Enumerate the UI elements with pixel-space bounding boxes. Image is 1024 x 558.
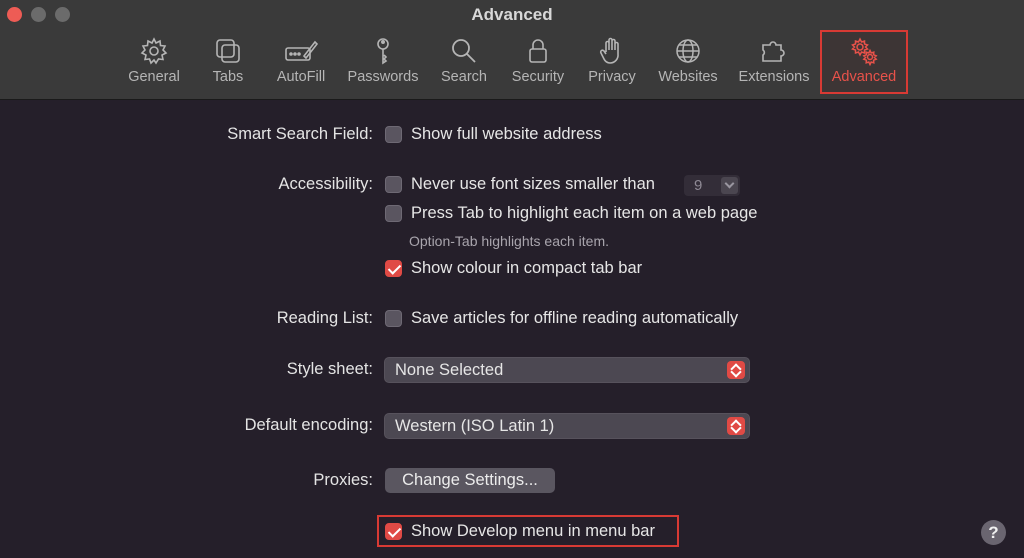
puzzle-icon xyxy=(762,41,785,62)
press-tab-checkbox[interactable] xyxy=(385,205,402,222)
min-font-size-checkbox[interactable] xyxy=(385,176,402,193)
save-offline-checkbox[interactable] xyxy=(385,310,402,327)
min-font-size-label: Never use font sizes smaller than xyxy=(411,175,655,193)
up-down-chevron-icon xyxy=(727,417,745,435)
gear-icon xyxy=(140,37,168,65)
change-settings-button[interactable]: Change Settings... xyxy=(385,468,555,493)
tab-tabs[interactable]: Tabs xyxy=(205,36,251,90)
style-sheet-label: Style sheet: xyxy=(286,360,373,378)
style-sheet-value: None Selected xyxy=(395,361,504,379)
show-develop-menu-label: Show Develop menu in menu bar xyxy=(411,522,655,540)
tab-websites[interactable]: Websites xyxy=(654,36,722,90)
default-encoding-select[interactable]: Western (ISO Latin 1) xyxy=(384,413,750,439)
accessibility-label: Accessibility: xyxy=(278,175,373,193)
reading-list-label: Reading List: xyxy=(276,309,373,327)
tab-privacy[interactable]: Privacy xyxy=(585,36,639,90)
tab-advanced[interactable]: Advanced xyxy=(824,36,904,90)
show-colour-label: Show colour in compact tab bar xyxy=(411,259,643,277)
press-tab-hint: Option-Tab highlights each item. xyxy=(409,233,609,249)
tab-extensions[interactable]: Extensions xyxy=(735,36,813,90)
save-offline-label: Save articles for offline reading automa… xyxy=(411,309,739,327)
globe-icon xyxy=(676,39,700,63)
min-font-size-select[interactable]: 9 xyxy=(684,175,740,196)
chevron-down-icon xyxy=(721,177,738,194)
tab-search[interactable]: Search xyxy=(438,36,490,90)
window-title: Advanced xyxy=(471,5,553,24)
autofill-icon xyxy=(285,40,318,61)
tab-autofill[interactable]: AutoFill xyxy=(271,36,331,90)
up-down-chevron-icon xyxy=(727,361,745,379)
lock-icon xyxy=(529,39,547,63)
show-full-address-checkbox[interactable] xyxy=(385,126,402,143)
tab-passwords[interactable]: Passwords xyxy=(344,36,422,90)
min-font-size-value: 9 xyxy=(694,177,703,194)
press-tab-label: Press Tab to highlight each item on a we… xyxy=(411,204,758,222)
style-sheet-select[interactable]: None Selected xyxy=(384,357,750,383)
tab-security[interactable]: Security xyxy=(508,36,568,90)
show-colour-checkbox[interactable] xyxy=(385,260,402,277)
help-button[interactable]: ? xyxy=(981,520,1006,545)
default-encoding-label: Default encoding: xyxy=(244,416,373,434)
show-develop-menu-checkbox[interactable] xyxy=(385,523,402,540)
tabs-icon xyxy=(216,39,240,63)
search-icon xyxy=(452,39,476,63)
show-full-address-label: Show full website address xyxy=(411,125,602,143)
proxies-label: Proxies: xyxy=(313,471,373,489)
hand-icon xyxy=(599,37,619,64)
key-icon xyxy=(377,38,389,65)
smart-search-label: Smart Search Field: xyxy=(227,125,373,143)
gears-icon xyxy=(851,37,878,66)
tab-general[interactable]: General xyxy=(124,36,184,90)
default-encoding-value: Western (ISO Latin 1) xyxy=(395,417,555,435)
toolbar: Advanced General Tabs AutoFill Passwords… xyxy=(0,0,1024,100)
